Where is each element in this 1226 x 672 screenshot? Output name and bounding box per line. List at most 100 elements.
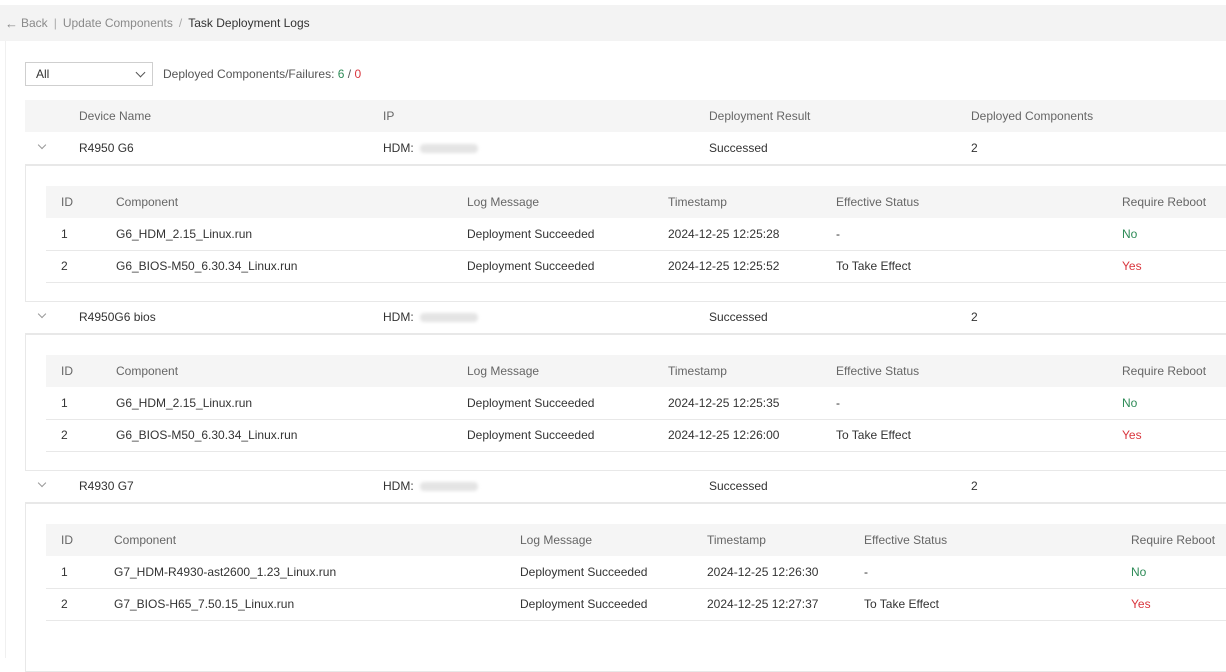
cell-id: 1 [61,396,68,410]
cell-log: Deployment Succeeded [467,428,595,442]
deployment-result: Successed [709,141,768,155]
breadcrumb-bar: ← Back | Update Components / Task Deploy… [0,5,1226,41]
cell-component: G7_BIOS-H65_7.50.15_Linux.run [114,597,295,611]
device-name: R4950 G6 [79,141,134,155]
deployment-summary: Deployed Components/Failures: 6 / 0 [163,67,361,81]
cell-timestamp: 2024-12-25 12:26:00 [668,428,780,442]
filter-row: All Deployed Components/Failures: 6 / 0 [25,62,361,86]
device-detail-panel: ID Component Log Message Timestamp Effective… [25,503,1226,672]
col-status[interactable]: Effective Status [864,524,947,556]
col-status[interactable]: Effective Status [836,186,919,218]
col-reboot[interactable]: Require Reboot [1131,524,1215,556]
cell-status: To Take Effect [836,259,911,273]
ip-prefix: HDM: [383,141,414,155]
cell-status: - [836,227,840,241]
col-id[interactable]: ID [61,524,73,556]
col-reboot[interactable]: Require Reboot [1122,186,1206,218]
deployed-components-count: 2 [971,141,978,155]
cell-component: G7_HDM-R4930-ast2600_1.23_Linux.run [114,565,337,579]
back-arrow-icon[interactable]: ← [5,16,18,31]
deployed-components-count: 2 [971,479,978,493]
table-row: 1 G6_HDM_2.15_Linux.run Deployment Succeed… [46,218,1226,251]
summary-slash: / [344,67,355,81]
cell-status: - [836,396,840,410]
col-component[interactable]: Component [114,524,176,556]
cell-reboot: Yes [1122,259,1142,273]
device-row[interactable]: R4950 G6 HDM: Successed 2 [25,132,1226,165]
cell-log: Deployment Succeeded [467,396,595,410]
status-filter-select[interactable]: All [25,62,153,86]
device-ip: HDM: [383,470,478,502]
cell-status: To Take Effect [864,597,939,611]
col-log[interactable]: Log Message [467,355,539,387]
cell-status: - [864,565,868,579]
cell-timestamp: 2024-12-25 12:25:35 [668,396,780,410]
col-log[interactable]: Log Message [467,186,539,218]
device-row[interactable]: R4930 G7 HDM: Successed 2 [25,470,1226,503]
device-ip: HDM: [383,301,478,333]
col-timestamp[interactable]: Timestamp [668,186,727,218]
col-timestamp[interactable]: Timestamp [707,524,766,556]
cell-id: 2 [61,259,68,273]
deployment-result: Successed [709,310,768,324]
expand-caret-icon[interactable] [37,140,47,150]
device-name: R4930 G7 [79,479,134,493]
cell-log: Deployment Succeeded [467,259,595,273]
back-link[interactable]: Back [21,16,48,30]
col-reboot[interactable]: Require Reboot [1122,355,1206,387]
device-detail-panel: ID Component Log Message Timestamp Effective… [25,165,1226,302]
table-row: 1 G6_HDM_2.15_Linux.run Deployment Succeed… [46,387,1226,420]
device-row[interactable]: R4950G6 bios HDM: Successed 2 [25,301,1226,334]
cell-log: Deployment Succeeded [520,597,648,611]
cell-id: 2 [61,428,68,442]
breadcrumb-separator: / [178,16,183,30]
col-deployed-components[interactable]: Deployed Components [971,100,1093,132]
cell-component: G6_BIOS-M50_6.30.34_Linux.run [116,259,298,273]
col-component[interactable]: Component [116,355,178,387]
left-divider [5,41,6,658]
status-filter-value: All [36,67,50,81]
redacted-ip [419,312,478,322]
deployment-result: Successed [709,479,768,493]
col-status[interactable]: Effective Status [836,355,919,387]
col-deployment-result[interactable]: Deployment Result [709,100,810,132]
redacted-ip [419,143,478,153]
component-table-header: ID Component Log Message Timestamp Effective… [46,186,1226,218]
cell-timestamp: 2024-12-25 12:25:28 [668,227,780,241]
summary-label: Deployed Components/Failures: [163,67,335,81]
expand-caret-icon[interactable] [37,309,47,319]
ip-prefix: HDM: [383,479,414,493]
device-detail-panel: ID Component Log Message Timestamp Effective… [25,334,1226,471]
cell-component: G6_BIOS-M50_6.30.34_Linux.run [116,428,298,442]
col-id[interactable]: ID [61,355,73,387]
cell-status: To Take Effect [836,428,911,442]
cell-timestamp: 2024-12-25 12:26:30 [707,565,819,579]
breadcrumb-update-components[interactable]: Update Components [63,16,173,30]
table-row: 2 G6_BIOS-M50_6.30.34_Linux.run Deployment… [46,419,1226,452]
component-table-header: ID Component Log Message Timestamp Effective… [46,524,1226,556]
cell-timestamp: 2024-12-25 12:27:37 [707,597,819,611]
cell-id: 1 [61,565,68,579]
device-table-header: Device Name IP Deployment Result Deploye… [25,100,1226,132]
table-row: 1 G7_HDM-R4930-ast2600_1.23_Linux.run Depl… [46,556,1226,589]
cell-reboot: No [1122,396,1138,410]
cell-reboot: Yes [1122,428,1142,442]
col-device-name[interactable]: Device Name [79,100,151,132]
cell-reboot: No [1122,227,1138,241]
chevron-down-icon [135,67,146,77]
col-ip[interactable]: IP [383,100,394,132]
breadcrumb-divider: | [53,16,57,30]
expand-caret-icon[interactable] [37,478,47,488]
table-row: 2 G7_BIOS-H65_7.50.15_Linux.run Deployment… [46,588,1226,621]
col-timestamp[interactable]: Timestamp [668,355,727,387]
cell-log: Deployment Succeeded [467,227,595,241]
device-name: R4950G6 bios [79,310,156,324]
page-title: Task Deployment Logs [188,16,310,30]
cell-timestamp: 2024-12-25 12:25:52 [668,259,780,273]
col-id[interactable]: ID [61,186,73,218]
col-component[interactable]: Component [116,186,178,218]
table-row: 2 G6_BIOS-M50_6.30.34_Linux.run Deployment… [46,250,1226,283]
col-log[interactable]: Log Message [520,524,592,556]
redacted-ip [419,481,478,491]
component-table-header: ID Component Log Message Timestamp Effective… [46,355,1226,387]
